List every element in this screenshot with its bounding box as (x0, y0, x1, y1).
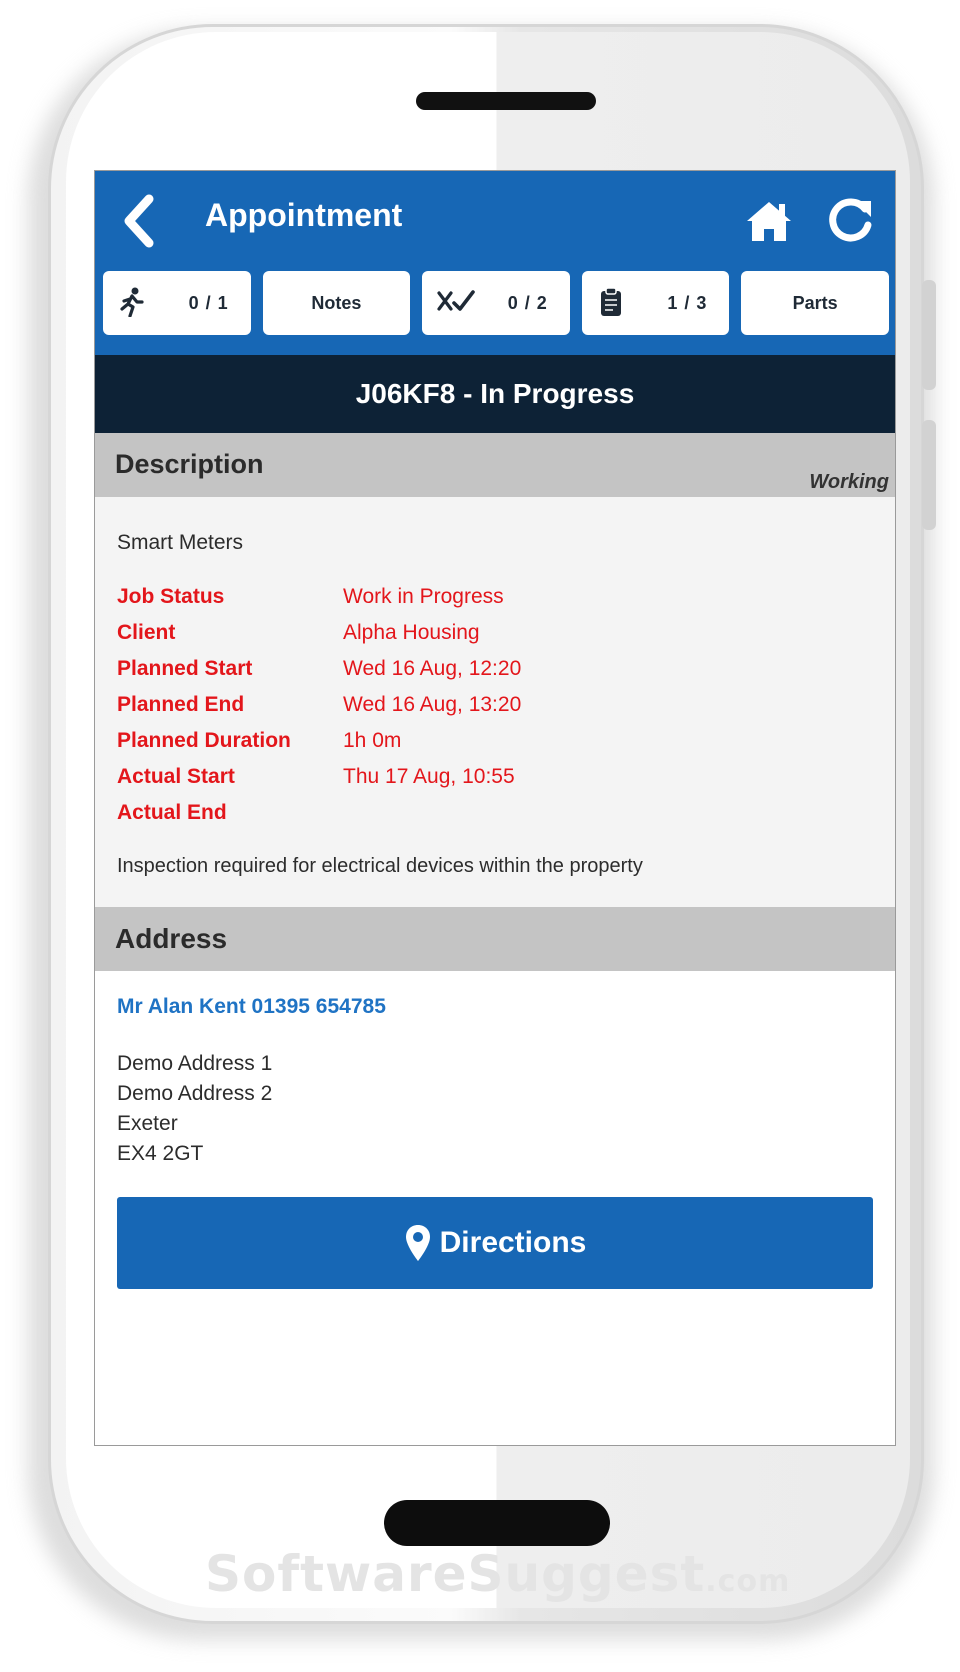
clipboard-icon (600, 287, 621, 316)
field-row-planned-start: Planned Start Wed 16 Aug, 12:20 (117, 657, 817, 693)
field-label: Planned End (117, 693, 245, 716)
checklist-icon (437, 290, 475, 311)
job-note: Inspection required for electrical devic… (117, 855, 643, 877)
running-person-icon (120, 287, 144, 317)
address-line: Demo Address 1 (117, 1052, 273, 1075)
description-body: Smart Meters Job Status Work in Progress… (95, 497, 895, 907)
field-value: Alpha Housing (343, 621, 480, 644)
field-label: Actual End (117, 801, 227, 824)
tab-forms[interactable]: 1 / 3 (581, 271, 730, 335)
field-row-planned-end: Planned End Wed 16 Aug, 13:20 (117, 693, 817, 729)
job-summary: Smart Meters (117, 531, 244, 554)
field-value: Wed 16 Aug, 12:20 (343, 657, 522, 680)
field-label: Actual Start (117, 765, 235, 788)
tab-notes[interactable]: Notes (262, 271, 411, 335)
watermark-brand: SoftwareSuggest (205, 1545, 706, 1603)
description-section-header: Description Working (95, 433, 895, 497)
field-value: Work in Progress (343, 585, 504, 608)
job-status-header: J06KF8 - In Progress (95, 355, 895, 433)
field-label: Planned Start (117, 657, 253, 680)
field-value: Wed 16 Aug, 13:20 (343, 693, 522, 716)
tab-forms-count: 1 / 3 (667, 293, 708, 313)
tab-checks-count: 0 / 2 (507, 293, 548, 313)
directions-button[interactable]: Directions (117, 1197, 873, 1289)
address-line: Demo Address 2 (117, 1082, 273, 1105)
page-title: Appointment (205, 197, 403, 233)
field-label: Job Status (117, 585, 225, 608)
refresh-button[interactable] (825, 195, 875, 245)
address-line: EX4 2GT (117, 1142, 204, 1165)
top-app-bar: Appointment 0 / 1 Notes 0 / 2 1 / 3 Part… (95, 171, 895, 355)
chevron-left-icon (124, 194, 154, 248)
working-tag: Working (809, 471, 889, 493)
tab-notes-label: Notes (311, 292, 362, 313)
tab-checks[interactable]: 0 / 2 (422, 271, 570, 335)
address-heading: Address (115, 923, 228, 954)
phone-home-button (384, 1500, 610, 1546)
field-row-job-status: Job Status Work in Progress (117, 585, 817, 621)
field-row-actual-start: Actual Start Thu 17 Aug, 10:55 (117, 765, 817, 801)
stage: Appointment 0 / 1 Notes 0 / 2 1 / 3 Part… (0, 0, 960, 1672)
watermark: SoftwareSuggest.com (205, 1545, 790, 1603)
side-volume-button (922, 280, 936, 390)
field-label: Client (117, 621, 176, 644)
field-label: Planned Duration (117, 729, 291, 752)
tab-visits[interactable]: 0 / 1 (103, 271, 251, 335)
contact-phone-link[interactable]: Mr Alan Kent 01395 654785 (117, 995, 386, 1019)
map-pin-icon (405, 1225, 430, 1261)
side-power-button (922, 420, 936, 530)
tab-bar: 0 / 1 Notes 0 / 2 1 / 3 Parts (103, 271, 889, 335)
home-icon (747, 202, 791, 241)
refresh-icon (829, 198, 872, 242)
address-lines: Demo Address 1 Demo Address 2 Exeter EX4… (117, 1049, 272, 1169)
tab-visits-count: 0 / 1 (188, 293, 229, 313)
app-screen: Appointment 0 / 1 Notes 0 / 2 1 / 3 Part… (94, 170, 896, 1446)
field-row-planned-duration: Planned Duration 1h 0m (117, 729, 817, 765)
field-value: 1h 0m (343, 729, 402, 752)
field-row-client: Client Alpha Housing (117, 621, 817, 657)
address-body: Mr Alan Kent 01395 654785 Demo Address 1… (95, 971, 895, 1445)
field-value: Thu 17 Aug, 10:55 (343, 765, 515, 788)
field-row-actual-end: Actual End (117, 801, 817, 837)
description-heading: Description (115, 449, 264, 479)
tab-parts-label: Parts (792, 292, 838, 313)
address-section-header: Address (95, 907, 895, 971)
phone-speaker (416, 92, 596, 110)
address-line: Exeter (117, 1112, 178, 1135)
back-button[interactable] (119, 193, 159, 249)
home-button[interactable] (745, 199, 793, 243)
directions-label: Directions (439, 1226, 587, 1259)
watermark-suffix: .com (705, 1564, 791, 1599)
tab-parts[interactable]: Parts (741, 271, 889, 335)
